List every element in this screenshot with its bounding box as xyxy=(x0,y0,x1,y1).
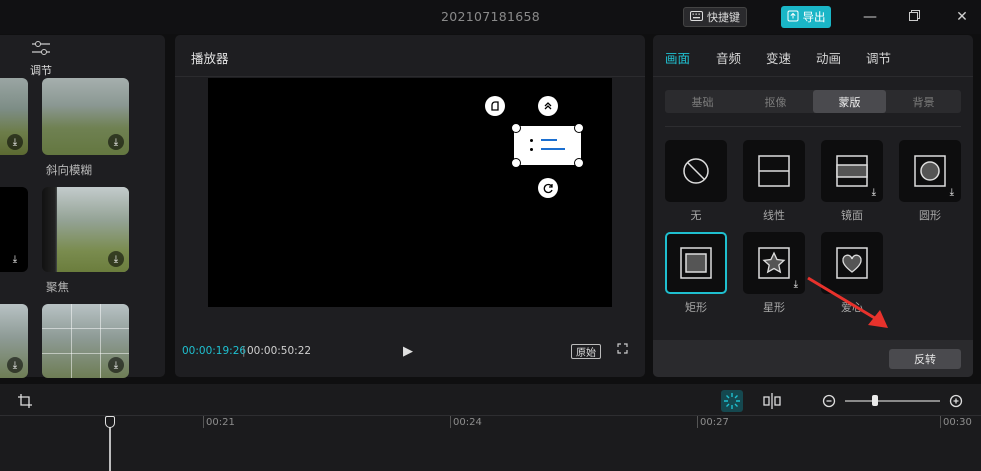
close-icon: ✕ xyxy=(956,9,968,25)
feather-handle-icon[interactable] xyxy=(485,96,505,116)
expand-handle-icon[interactable] xyxy=(538,96,558,116)
subtab-basic[interactable]: 基础 xyxy=(666,90,739,113)
crop-icon[interactable] xyxy=(17,393,33,412)
zoom-slider[interactable] xyxy=(845,400,940,402)
effect-thumbnail[interactable]: ⤓ xyxy=(42,304,129,378)
divider xyxy=(653,76,973,77)
minimize-icon: — xyxy=(863,9,877,25)
original-ratio-button[interactable]: 原始 xyxy=(571,344,601,359)
mask-option-linear[interactable] xyxy=(743,140,805,202)
mask-label: 圆形 xyxy=(919,209,941,222)
none-icon xyxy=(683,158,709,184)
mask-option-circle[interactable]: ⤓ xyxy=(899,140,961,202)
fullscreen-button[interactable] xyxy=(617,343,628,358)
tab-audio[interactable]: 音频 xyxy=(716,48,741,67)
ruler-line xyxy=(0,415,981,416)
project-title: 202107181658 xyxy=(440,9,541,24)
linear-mask-icon xyxy=(758,155,790,187)
shortcut-button[interactable]: 快捷键 xyxy=(683,7,747,27)
tab-adjust[interactable]: 调节 xyxy=(866,48,891,67)
subtab-cutout[interactable]: 抠像 xyxy=(739,90,812,113)
divider xyxy=(665,126,961,127)
sliders-icon[interactable] xyxy=(30,40,52,59)
player-title: 播放器 xyxy=(191,51,229,66)
download-icon: ⤓ xyxy=(7,134,23,150)
effect-thumbnail[interactable]: ⤓ xyxy=(0,187,28,272)
effect-thumbnail[interactable]: ⤓ xyxy=(0,78,28,155)
effect-label: 斜向模糊 xyxy=(46,163,92,177)
tab-animation[interactable]: 动画 xyxy=(816,48,841,67)
minimize-button[interactable]: — xyxy=(859,6,881,28)
shortcut-label: 快捷键 xyxy=(707,11,740,24)
export-icon xyxy=(787,10,799,25)
ruler-tick xyxy=(940,416,941,428)
download-icon: ⤓ xyxy=(949,187,954,198)
export-button[interactable]: 导出 xyxy=(781,6,831,28)
total-time: 00:00:50:22 xyxy=(247,345,312,357)
keyboard-icon xyxy=(690,10,703,24)
ruler-label: 00:30 xyxy=(943,417,972,428)
split-icon[interactable] xyxy=(762,392,782,413)
ruler-tick xyxy=(697,416,698,428)
ruler-tick xyxy=(450,416,451,428)
download-icon: ⤓ xyxy=(7,251,23,267)
rectangle-mask-overlay[interactable] xyxy=(511,123,584,168)
download-icon: ⤓ xyxy=(108,357,124,373)
time-separator: | xyxy=(242,345,246,357)
download-icon: ⤓ xyxy=(7,357,23,373)
effect-label: 聚焦 xyxy=(46,280,69,294)
playhead-handle[interactable] xyxy=(105,416,115,428)
mask-label: 无 xyxy=(690,209,702,222)
zoom-slider-handle[interactable] xyxy=(872,395,878,406)
mask-label: 线性 xyxy=(763,209,785,222)
play-icon: ▶ xyxy=(403,344,413,359)
mask-option-rectangle[interactable] xyxy=(665,232,727,294)
play-button[interactable]: ▶ xyxy=(403,344,413,359)
zoom-out-icon[interactable] xyxy=(822,394,836,411)
fullscreen-icon xyxy=(617,343,628,358)
download-icon: ⤓ xyxy=(871,187,876,198)
tab-picture[interactable]: 画面 xyxy=(665,48,690,67)
mask-label: 矩形 xyxy=(685,301,707,314)
current-time: 00:00:19:26 xyxy=(182,345,247,357)
rectangle-mask-icon xyxy=(680,247,712,279)
mask-label: 镜面 xyxy=(841,209,863,222)
subtab-mask[interactable]: 蒙版 xyxy=(813,90,886,113)
snap-icon xyxy=(724,393,740,409)
ruler-label: 00:27 xyxy=(700,417,729,428)
ruler-label: 00:24 xyxy=(453,417,482,428)
mask-label: 星形 xyxy=(763,301,785,314)
ruler-tick xyxy=(203,416,204,428)
mask-option-mirror[interactable]: ⤓ xyxy=(821,140,883,202)
invert-button[interactable]: 反转 xyxy=(889,349,961,369)
effect-thumbnail-oblique-blur[interactable]: ⤓ xyxy=(42,78,129,155)
restore-button[interactable] xyxy=(903,6,925,28)
tab-speed[interactable]: 变速 xyxy=(766,48,791,67)
divider xyxy=(175,76,645,77)
annotation-arrow xyxy=(807,276,888,328)
effect-thumbnail-focus[interactable]: ⤓ xyxy=(42,187,129,272)
effect-thumbnail[interactable]: ⤓ xyxy=(0,304,28,378)
ruler-label: 00:21 xyxy=(206,417,235,428)
download-icon: ⤓ xyxy=(793,279,798,290)
auto-snap-button[interactable] xyxy=(721,390,743,412)
download-icon: ⤓ xyxy=(108,134,124,150)
mask-option-none[interactable] xyxy=(665,140,727,202)
zoom-in-icon[interactable] xyxy=(949,394,963,411)
rotate-handle-icon[interactable] xyxy=(538,178,558,198)
mask-option-star[interactable]: ⤓ xyxy=(743,232,805,294)
restore-icon xyxy=(908,9,920,25)
adjust-label[interactable]: 调节 xyxy=(30,62,52,78)
export-label: 导出 xyxy=(802,10,826,24)
download-icon: ⤓ xyxy=(108,251,124,267)
subtab-background[interactable]: 背景 xyxy=(887,90,960,113)
close-button[interactable]: ✕ xyxy=(951,6,973,28)
